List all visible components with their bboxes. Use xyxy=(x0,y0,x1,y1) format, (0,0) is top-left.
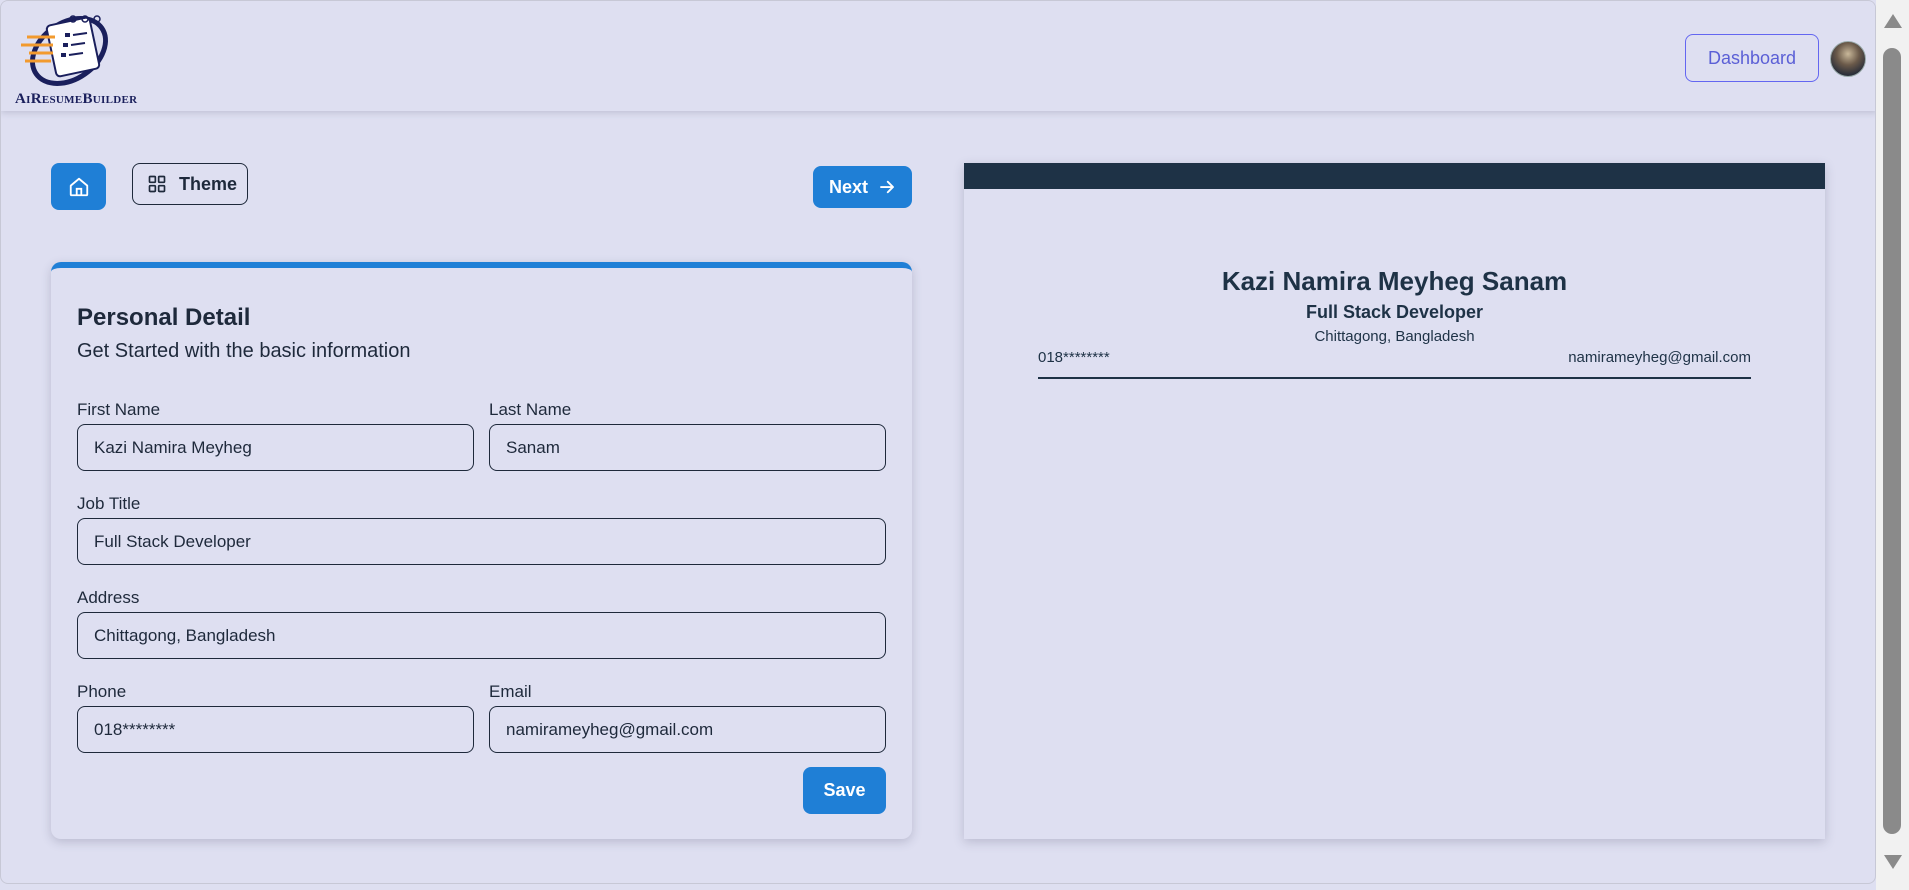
preview-job-title: Full Stack Developer xyxy=(1305,302,1484,322)
preview-phone: 018******** xyxy=(1038,349,1110,366)
scroll-down-arrow-icon[interactable] xyxy=(1884,855,1902,869)
form-subtitle: Get Started with the basic information xyxy=(77,340,411,362)
job-title-field[interactable] xyxy=(77,518,886,565)
save-button[interactable]: Save xyxy=(803,767,886,814)
personal-detail-form: Personal Detail Get Started with the bas… xyxy=(51,262,912,839)
preview-theme-bar xyxy=(964,163,1825,189)
last-name-label: Last Name xyxy=(489,400,572,419)
home-button[interactable] xyxy=(51,163,106,210)
phone-label: Phone xyxy=(77,682,127,701)
first-name-label: First Name xyxy=(77,400,161,419)
next-button[interactable]: Next xyxy=(813,166,912,208)
theme-label: Theme xyxy=(179,173,238,194)
preview-divider xyxy=(1038,377,1751,379)
address-field[interactable] xyxy=(77,612,886,659)
job-title-label: Job Title xyxy=(77,494,141,513)
arrow-right-icon xyxy=(880,180,894,194)
theme-button[interactable]: Theme xyxy=(132,163,248,205)
grid-icon xyxy=(148,175,166,193)
preview-address: Chittagong, Bangladesh xyxy=(1314,328,1475,345)
resume-preview: Kazi Namira Meyheg Sanam Full Stack Deve… xyxy=(964,163,1825,839)
vertical-scrollbar[interactable] xyxy=(1876,0,1909,890)
user-avatar[interactable] xyxy=(1830,41,1866,77)
logo-icon xyxy=(21,15,108,86)
email-field[interactable] xyxy=(489,706,886,753)
phone-field[interactable] xyxy=(77,706,474,753)
home-icon xyxy=(69,177,88,196)
preview-email: namirameyheg@gmail.com xyxy=(1568,349,1751,366)
app-logo[interactable]: AiResumeBuilder xyxy=(7,11,147,107)
dashboard-button[interactable]: Dashboard xyxy=(1685,34,1819,82)
app-window: AiResumeBuilder Dashboard Theme Next Per… xyxy=(0,0,1876,884)
preview-name: Kazi Namira Meyheg Sanam xyxy=(1221,266,1568,296)
form-title: Personal Detail xyxy=(77,304,251,331)
last-name-field[interactable] xyxy=(489,424,886,471)
address-label: Address xyxy=(77,588,140,607)
next-label: Next xyxy=(828,176,868,197)
scroll-up-arrow-icon[interactable] xyxy=(1884,14,1902,28)
logo-text: AiResumeBuilder xyxy=(15,91,138,107)
top-header: AiResumeBuilder Dashboard xyxy=(1,1,1875,111)
first-name-field[interactable] xyxy=(77,424,474,471)
scroll-thumb[interactable] xyxy=(1883,48,1901,834)
email-label: Email xyxy=(489,682,532,701)
